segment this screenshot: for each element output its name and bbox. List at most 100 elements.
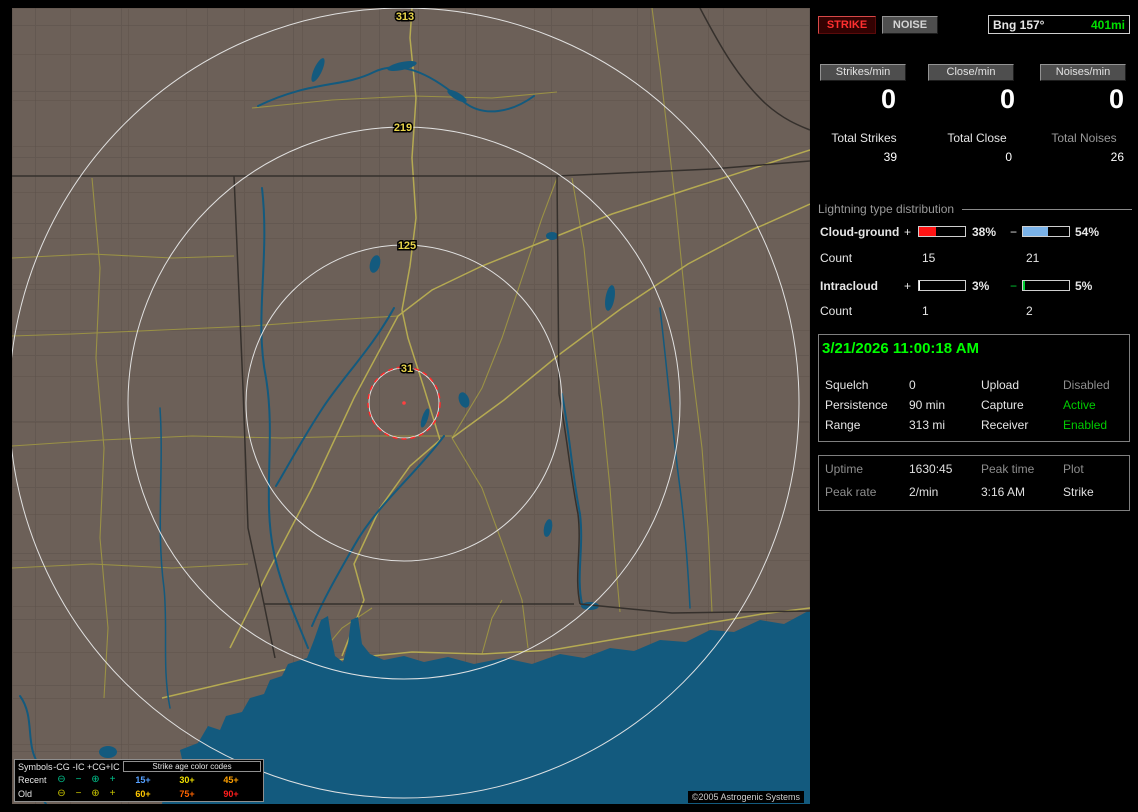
settings-grid: Squelch 0 Upload Disabled Persistence 90… (819, 378, 1129, 438)
ic-plus-sign: + (904, 279, 912, 293)
map-view[interactable]: 313 219 125 31 Symbols -CG -IC +CG +IC S… (12, 8, 810, 804)
copyright-notice: ©2005 Astrogenic Systems (687, 791, 804, 803)
cloud-ground-row: Cloud-ground + 38% − 54% (818, 225, 1132, 239)
side-panel: STRIKE NOISE Bng 157° 401mi Strikes/min … (818, 8, 1132, 804)
pos-cg-recent-icon: ⊕ (91, 774, 100, 785)
status-grid: Uptime 1630:45 Peak time Plot Peak rate … (819, 462, 1129, 508)
neg-cg-recent-icon: ⊖ (57, 774, 66, 785)
neg-ic-old-icon: − (75, 788, 82, 799)
total-close-label: Total Close (947, 131, 1007, 145)
cg-plus-bar (918, 226, 966, 237)
peak-time-label: Peak time (981, 462, 1035, 476)
ic-plus-bar (918, 280, 966, 291)
age-code-30: 30+ (179, 775, 195, 785)
ring-label-31: 31 (401, 363, 413, 375)
map-legend: Symbols -CG -IC +CG +IC Strike age color… (14, 759, 264, 802)
capture-status: Active (1063, 398, 1096, 412)
noises-per-min-value: 0 (1108, 84, 1124, 114)
ic-plus-percent: 3% (972, 279, 990, 293)
age-code-60: 60+ (135, 789, 151, 799)
persistence-value: 90 min (909, 398, 946, 412)
capture-label: Capture (981, 398, 1024, 412)
total-strikes-label: Total Strikes (831, 131, 897, 145)
bearing-value: Bng 157° (993, 17, 1045, 32)
range-value: 313 mi (909, 418, 946, 432)
intracloud-label: Intracloud (820, 279, 879, 293)
settings-box: 3/21/2026 11:00:18 AM Squelch 0 Upload D… (818, 334, 1130, 442)
ic-minus-count: 2 (1026, 304, 1033, 318)
age-code-90: 90+ (223, 789, 239, 799)
cg-plus-percent: 38% (972, 225, 997, 239)
plot-label: Plot (1063, 462, 1084, 476)
close-per-min-button[interactable]: Close/min (928, 64, 1014, 81)
legend-col-pos-ic: +IC (105, 761, 120, 772)
peak-time-value: 3:16 AM (981, 485, 1026, 499)
legend-age-header: Strike age color codes (123, 761, 261, 772)
noise-button[interactable]: NOISE (882, 16, 938, 34)
legend-symbols-header: Symbols (18, 761, 53, 772)
age-code-45: 45+ (223, 775, 239, 785)
total-noises-label: Total Noises (1051, 131, 1117, 145)
cg-plus-sign: + (904, 225, 912, 239)
neg-cg-old-icon: ⊖ (57, 788, 66, 799)
ic-plus-count: 1 (922, 304, 929, 318)
total-noises-value: 26 (1110, 150, 1124, 164)
plot-value: Strike (1063, 485, 1094, 499)
ring-label-125: 125 (398, 240, 416, 252)
cg-minus-count: 21 (1026, 251, 1040, 265)
ic-minus-percent: 5% (1075, 279, 1093, 293)
intracloud-count-row: Count 1 2 (818, 304, 1132, 318)
cg-minus-bar (1022, 226, 1070, 237)
cg-minus-percent: 54% (1075, 225, 1100, 239)
uptime-value: 1630:45 (909, 462, 953, 476)
strikes-per-min-value: 0 (880, 84, 896, 114)
range-label: Range (825, 418, 861, 432)
legend-row-old-label: Old (18, 789, 33, 799)
bearing-range-display: Bng 157° 401mi (988, 15, 1130, 34)
ic-minus-bar (1022, 280, 1070, 291)
age-code-75: 75+ (179, 789, 195, 799)
peak-rate-value: 2/min (909, 485, 939, 499)
cg-minus-sign: − (1010, 225, 1018, 239)
app-window: 313 219 125 31 Symbols -CG -IC +CG +IC S… (0, 0, 1138, 812)
ic-count-label: Count (820, 304, 853, 318)
neg-ic-recent-icon: − (75, 774, 82, 785)
upload-label: Upload (981, 378, 1020, 392)
strike-button[interactable]: STRIKE (818, 16, 876, 34)
legend-col-neg-cg: -CG (53, 761, 70, 772)
receiver-label: Receiver (981, 418, 1029, 432)
pos-ic-recent-icon: + (109, 774, 116, 785)
squelch-value: 0 (909, 378, 916, 392)
cloud-ground-label: Cloud-ground (820, 225, 900, 239)
settings-row-range: Range 313 mi Receiver Enabled (819, 418, 1129, 438)
intracloud-row: Intracloud + 3% − 5% (818, 279, 1132, 293)
datetime-display: 3/21/2026 11:00:18 AM (822, 340, 980, 357)
settings-row-persistence: Persistence 90 min Capture Active (819, 398, 1129, 418)
status-row-2: Peak rate 2/min 3:16 AM Strike (819, 485, 1129, 508)
total-strikes-value: 39 (883, 150, 897, 164)
total-close-value: 0 (1005, 150, 1012, 164)
bearing-range-value: 401mi (1090, 17, 1125, 32)
close-per-min-value: 0 (999, 84, 1015, 114)
pos-ic-old-icon: + (109, 788, 116, 799)
uptime-label: Uptime (825, 462, 864, 476)
cg-count-label: Count (820, 251, 853, 265)
upload-status: Disabled (1063, 378, 1110, 392)
peak-rate-label: Peak rate (825, 485, 877, 499)
pos-cg-old-icon: ⊕ (91, 788, 100, 799)
ic-minus-sign: − (1010, 279, 1018, 293)
status-box: Uptime 1630:45 Peak time Plot Peak rate … (818, 455, 1130, 511)
ring-label-313: 313 (396, 11, 414, 23)
ring-label-219: 219 (394, 122, 412, 134)
noises-per-min-button[interactable]: Noises/min (1040, 64, 1126, 81)
map-canvas: 313 219 125 31 (12, 8, 810, 804)
distribution-title-text: Lightning type distribution (818, 202, 955, 216)
cg-plus-count: 15 (922, 251, 936, 265)
age-code-15: 15+ (135, 775, 151, 785)
squelch-label: Squelch (825, 378, 869, 392)
strikes-per-min-button[interactable]: Strikes/min (820, 64, 906, 81)
persistence-label: Persistence (825, 398, 888, 412)
legend-col-pos-cg: +CG (87, 761, 106, 772)
distribution-section-title: Lightning type distribution (818, 202, 1132, 216)
legend-row-recent-label: Recent (18, 775, 47, 785)
